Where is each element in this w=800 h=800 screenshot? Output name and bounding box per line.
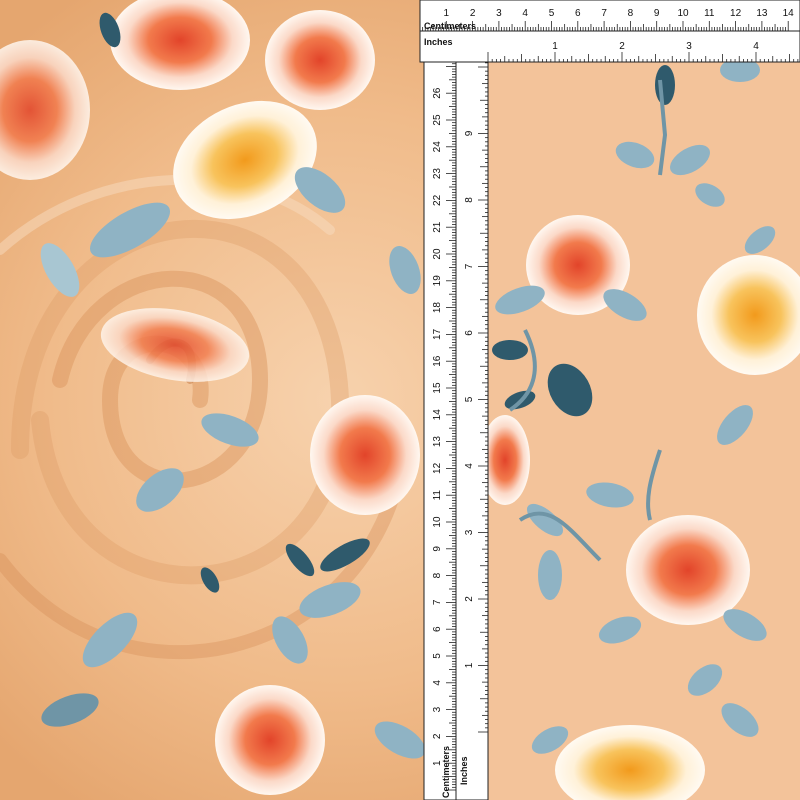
top-ruler-cm-label: Centimeters (424, 21, 476, 31)
top-ruler: 1 2 3 4 5 6 7 8 9 10 11 12 13 14 1234 Centimeters Inc… (419, 0, 800, 63)
left-cm-number: 8 (432, 572, 443, 578)
left-cm-number: 21 (432, 221, 443, 233)
top-cm-number: 2 (470, 8, 476, 19)
top-inch-number: 4 (753, 41, 759, 52)
top-cm-number: 12 (730, 8, 742, 19)
left-cm-number: 6 (432, 626, 443, 632)
left-cm-number: 2 (432, 733, 443, 739)
left-cm-number: 5 (432, 653, 443, 659)
left-cm-number: 13 (432, 436, 443, 448)
fabric-photo: 1 2 3 4 5 6 7 8 9 10 11 12 13 14 1234 Centimeters Inc… (0, 0, 800, 800)
left-cm-number: 12 (432, 462, 443, 474)
left-cm-number: 11 (432, 490, 443, 501)
top-inch-number: 3 (686, 41, 692, 52)
top-cm-number: 13 (756, 8, 768, 19)
top-cm-number: 7 (601, 8, 607, 19)
top-cm-number: 4 (522, 8, 528, 19)
top-inch-number: 2 (619, 41, 625, 52)
left-cm-number: 22 (432, 194, 443, 206)
left-inch-number: 5 (464, 396, 475, 402)
left-cm-number: 25 (432, 114, 443, 126)
top-cm-number: 9 (654, 8, 660, 19)
top-cm-number: 10 (677, 8, 689, 19)
left-cm-number: 18 (432, 302, 443, 314)
left-cm-number: 4 (432, 680, 443, 686)
left-inch-number: 2 (464, 596, 475, 602)
top-ruler-inch-label: Inches (424, 37, 453, 47)
left-inch-number: 8 (464, 197, 475, 203)
left-cm-number: 17 (432, 328, 443, 340)
top-inch-number: 1 (552, 41, 558, 52)
left-cm-number: 3 (432, 706, 443, 712)
left-cm-number: 9 (432, 546, 443, 552)
top-cm-number: 3 (496, 8, 502, 19)
left-ruler-cm-label: Centimeters (441, 746, 451, 798)
left-inch-number: 7 (464, 263, 475, 269)
left-cm-number: 7 (432, 599, 443, 605)
left-inch-number: 4 (464, 463, 475, 469)
left-inch-number: 6 (464, 330, 475, 336)
left-cm-number: 15 (432, 382, 443, 394)
left-cm-number: 14 (432, 409, 443, 421)
left-ruler: 1234567891011121314151617181920212223242… (423, 61, 489, 800)
left-cm-number: 24 (432, 141, 443, 153)
left-cm-number: 23 (432, 168, 443, 180)
flat-fabric (488, 62, 800, 800)
top-cm-number: 8 (628, 8, 634, 19)
left-ruler-inch-label: Inches (459, 756, 469, 785)
left-cm-number: 10 (432, 516, 443, 528)
left-cm-number: 16 (432, 355, 443, 367)
top-cm-number: 1 (444, 8, 450, 19)
top-cm-number: 11 (704, 8, 715, 19)
left-inch-number: 1 (464, 662, 475, 668)
left-cm-number: 19 (432, 275, 443, 287)
top-cm-number: 6 (575, 8, 581, 19)
left-inch-number: 3 (464, 529, 475, 535)
left-cm-number: 26 (432, 87, 443, 99)
top-cm-number: 5 (549, 8, 555, 19)
left-inch-number: 9 (464, 130, 475, 136)
left-cm-number: 20 (432, 248, 443, 260)
top-cm-number: 14 (783, 8, 795, 19)
